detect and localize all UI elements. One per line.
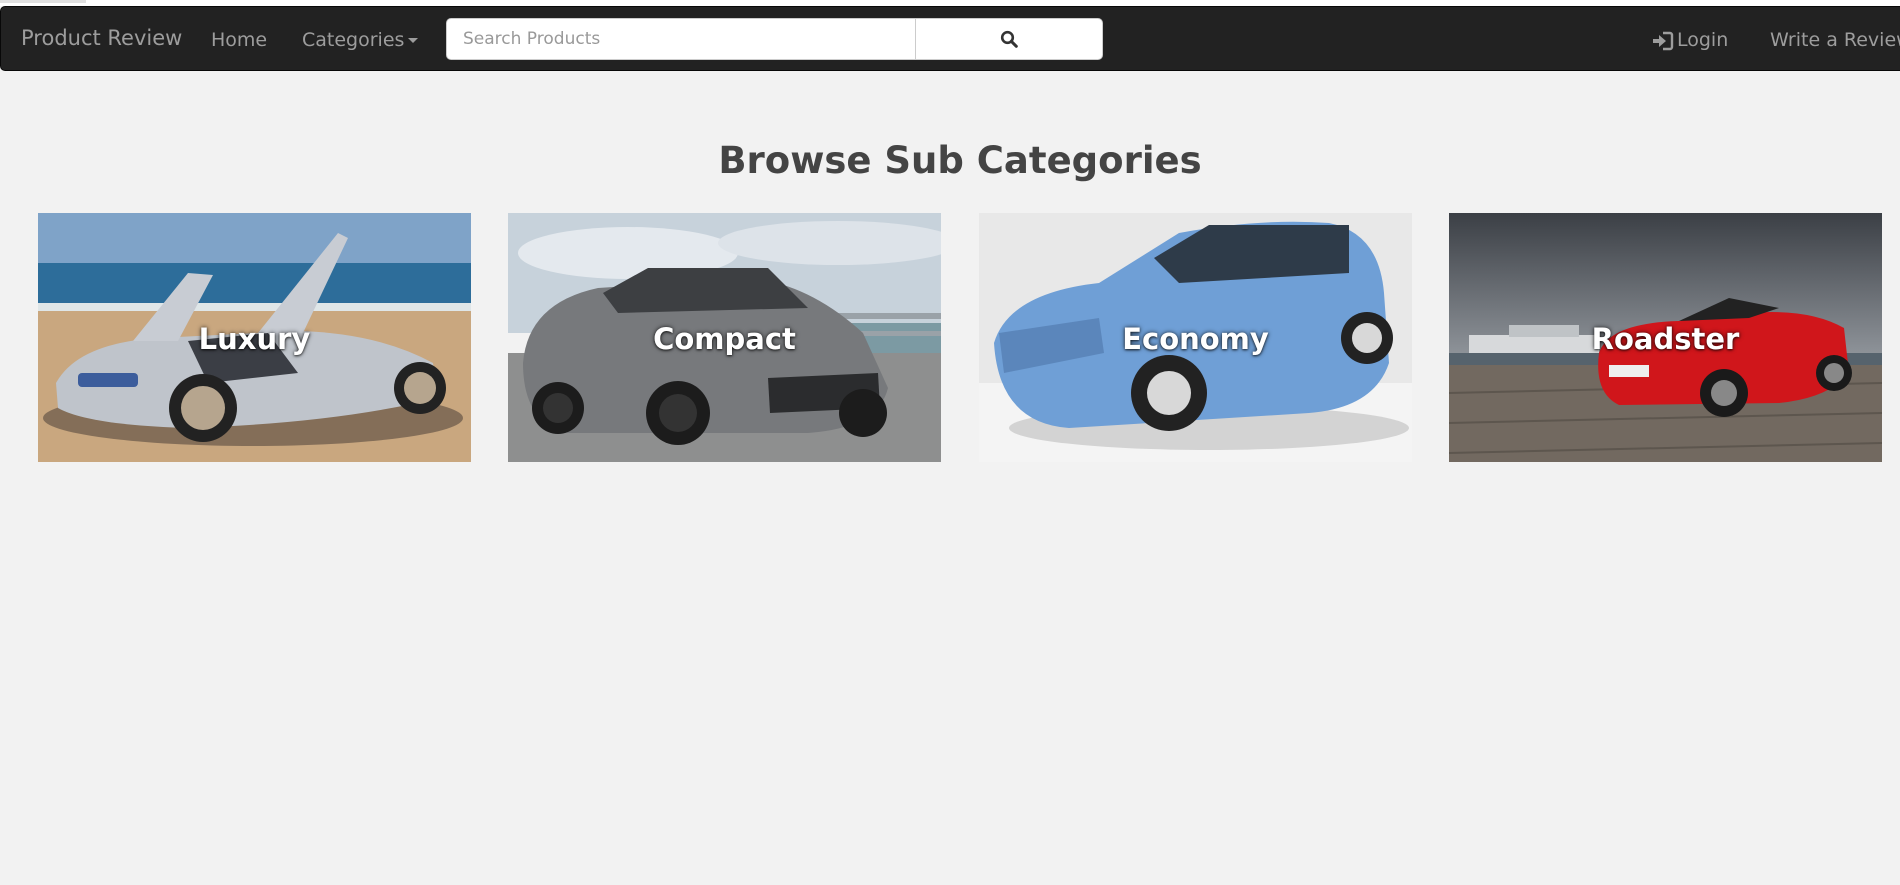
browser-tab-edge xyxy=(0,0,86,3)
caret-down-icon xyxy=(408,38,419,43)
nav-login-label: Login xyxy=(1677,29,1729,51)
navbar: Product Review Home Categories Login Wri… xyxy=(0,6,1900,71)
subcategory-card-roadster[interactable]: Roadster xyxy=(1449,213,1882,462)
nav-categories-label: Categories xyxy=(302,29,405,51)
search-icon xyxy=(1000,30,1018,48)
login-icon xyxy=(1653,31,1674,50)
brand-link[interactable]: Product Review xyxy=(21,26,182,50)
page-title: Browse Sub Categories xyxy=(718,139,1202,182)
subcategory-label: Compact xyxy=(653,322,796,356)
nav-login[interactable]: Login xyxy=(1652,29,1728,51)
search-input[interactable] xyxy=(446,18,916,60)
subcategory-card-luxury[interactable]: Luxury xyxy=(38,213,471,462)
nav-write-review[interactable]: Write a Review xyxy=(1770,29,1900,51)
subcategory-card-compact[interactable]: Compact xyxy=(508,213,941,462)
nav-categories-dropdown[interactable]: Categories xyxy=(302,29,419,51)
nav-home[interactable]: Home xyxy=(211,29,267,51)
subcategory-card-economy[interactable]: Economy xyxy=(979,213,1412,462)
subcategory-label: Economy xyxy=(1122,322,1269,356)
search-button[interactable] xyxy=(915,18,1103,60)
subcategory-label: Roadster xyxy=(1591,322,1740,356)
subcategory-label: Luxury xyxy=(198,322,311,356)
